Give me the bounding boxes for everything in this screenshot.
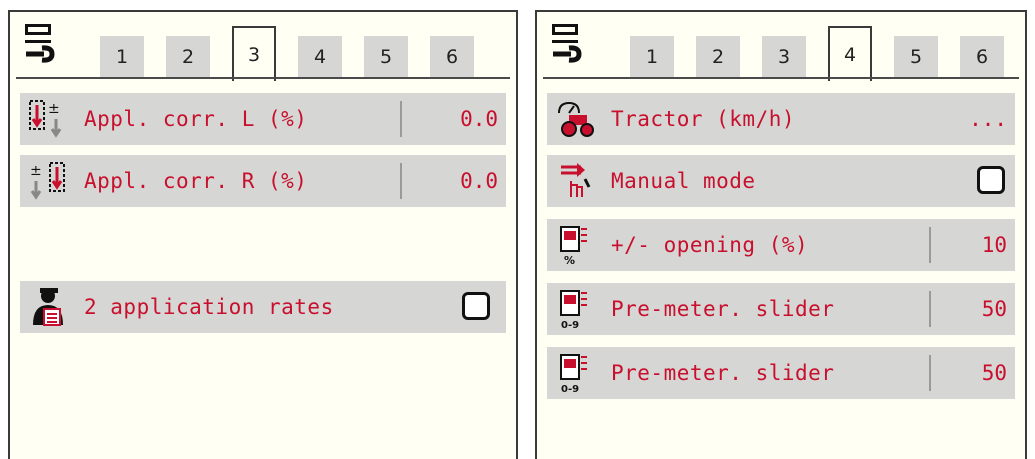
- row-value: 10: [981, 233, 1007, 257]
- tab-4[interactable]: 4: [298, 36, 342, 78]
- value-separator: [929, 291, 931, 327]
- row-label: Tractor (km/h): [611, 107, 796, 131]
- tab-5[interactable]: 5: [894, 36, 938, 78]
- row-two-application-rates[interactable]: 2 application rates: [20, 281, 506, 333]
- settings-panel-left: 1 2 3 4 5 6 ± Appl. corr. L (%) 0.0 ± Ap…: [8, 10, 518, 459]
- row-label: Appl. corr. L (%): [84, 107, 308, 131]
- icon-sub-label: 0-9: [561, 384, 579, 393]
- tab-2[interactable]: 2: [696, 36, 740, 78]
- row-label: Pre-meter. slider: [611, 361, 835, 385]
- value-separator: [400, 101, 402, 137]
- operator-rate-icon: [33, 288, 63, 326]
- tab-3[interactable]: 3: [232, 26, 276, 81]
- settings-panel-right: 1 2 3 4 5 6 Tractor (km/h) ... Manual mo…: [535, 10, 1027, 459]
- tractor-speed-icon: [558, 101, 594, 137]
- row-label: Pre-meter. slider: [611, 297, 835, 321]
- tab-1[interactable]: 1: [630, 36, 674, 78]
- svg-text:±: ±: [30, 163, 42, 179]
- svg-text:±: ±: [48, 101, 60, 117]
- tab-3[interactable]: 3: [762, 36, 806, 78]
- row-pre-meter-slider-1[interactable]: 0-9 Pre-meter. slider 50: [547, 283, 1015, 335]
- settings-wrench-icon: [552, 24, 582, 63]
- pre-meter-slider-icon: 0-9: [560, 290, 587, 329]
- row-value: 50: [981, 297, 1007, 321]
- row-value: 50: [981, 361, 1007, 385]
- row-manual-mode[interactable]: Manual mode: [547, 155, 1015, 207]
- value-separator: [929, 355, 931, 391]
- tab-5[interactable]: 5: [364, 36, 408, 78]
- opening-percent-icon: %: [560, 226, 587, 265]
- settings-wrench-icon: [25, 24, 55, 63]
- row-label: Appl. corr. R (%): [84, 169, 308, 193]
- tab-6[interactable]: 6: [960, 36, 1004, 78]
- svg-text:%: %: [564, 254, 575, 265]
- row-tractor-speed[interactable]: Tractor (km/h) ...: [547, 93, 1015, 145]
- row-label: Manual mode: [611, 169, 756, 193]
- appl-corr-right-icon: ±: [30, 162, 65, 200]
- manual-mode-checkbox[interactable]: [977, 166, 1005, 194]
- row-value: ...: [969, 107, 1007, 131]
- tab-4[interactable]: 4: [828, 26, 872, 81]
- manual-mode-icon: [561, 163, 591, 197]
- row-label: +/- opening (%): [611, 233, 809, 257]
- tab-underline: [543, 77, 1019, 79]
- tab-1[interactable]: 1: [100, 36, 144, 78]
- row-value: 0.0: [460, 169, 498, 193]
- two-rates-checkbox[interactable]: [462, 292, 490, 320]
- appl-corr-left-icon: ±: [29, 100, 62, 138]
- value-separator: [929, 227, 931, 263]
- pre-meter-slider-icon: 0-9: [560, 354, 587, 393]
- tab-underline: [16, 77, 510, 79]
- row-label: 2 application rates: [84, 295, 334, 319]
- tab-2[interactable]: 2: [166, 36, 210, 78]
- row-opening-percent[interactable]: % +/- opening (%) 10: [547, 219, 1015, 271]
- value-separator: [400, 163, 402, 199]
- icon-sub-label: 0-9: [561, 320, 579, 329]
- row-pre-meter-slider-2[interactable]: 0-9 Pre-meter. slider 50: [547, 347, 1015, 399]
- tab-6[interactable]: 6: [430, 36, 474, 78]
- row-appl-corr-right[interactable]: ± Appl. corr. R (%) 0.0: [20, 155, 506, 207]
- row-value: 0.0: [460, 107, 498, 131]
- row-appl-corr-left[interactable]: ± Appl. corr. L (%) 0.0: [20, 93, 506, 145]
